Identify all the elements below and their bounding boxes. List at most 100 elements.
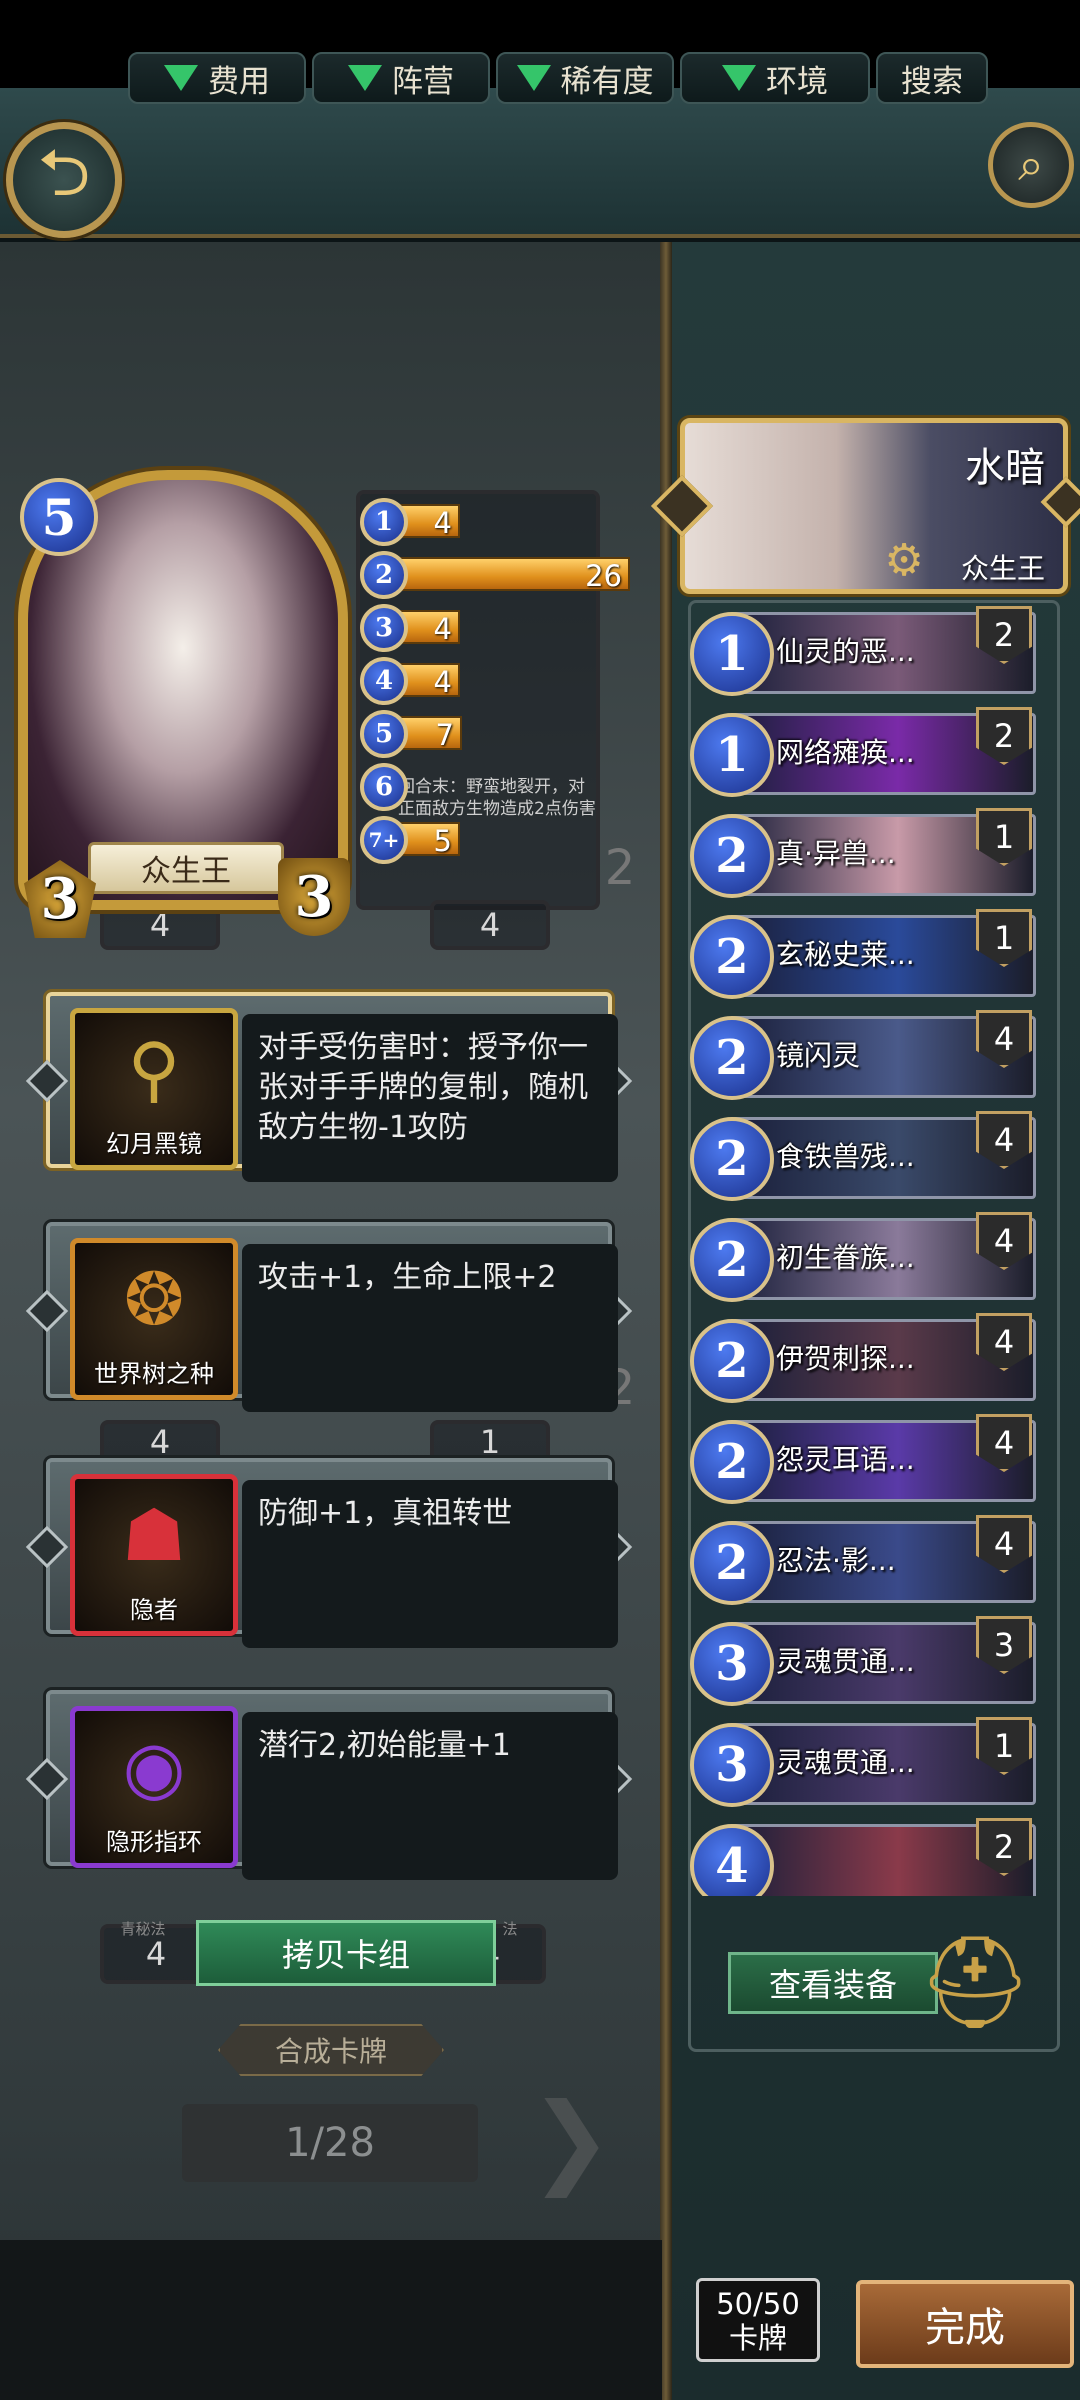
- chevron-right-icon: ❯: [529, 2080, 613, 2198]
- deck-list[interactable]: 仙灵的恶... 1 2 网络瘫痪... 1 2 真·异兽... 2 1 玄秘史莱... 2 1 镜闪灵 2…: [690, 606, 1060, 1896]
- card-cost-gem: 3: [690, 1723, 774, 1807]
- next-page-button[interactable]: ❯: [526, 2081, 616, 2198]
- equipment-row[interactable]: ☗ 隐者 防御+1，真祖转世: [25, 1458, 633, 1648]
- deck-list-item[interactable]: 食铁兽残... 2 4: [690, 1111, 1036, 1201]
- card-name: 玄秘史莱...: [776, 938, 915, 971]
- card-name: 忍法·影...: [776, 1544, 896, 1577]
- commander-card[interactable]: 水暗 众生王: [680, 418, 1068, 594]
- deck-list-item[interactable]: 初生眷族... 2 4: [690, 1212, 1036, 1302]
- filter-cost[interactable]: 费用: [128, 52, 306, 104]
- cost-curve-row: 6: [360, 763, 640, 811]
- hero-cost-gem: 5: [20, 478, 98, 556]
- cost-curve-row: 5 7+: [360, 816, 640, 864]
- deck-list-item[interactable]: 42: [690, 1818, 1036, 1896]
- cost-curve-count: 5: [433, 824, 452, 858]
- cost-curve-row: 75: [360, 710, 640, 758]
- card-cost-gem: 1: [690, 612, 774, 696]
- cost-curve-count: 7: [435, 718, 454, 752]
- equipment-row[interactable]: ◉ 隐形指环 潜行2,初始能量+1: [25, 1690, 633, 1880]
- dropdown-triangle-icon: [164, 65, 198, 91]
- card-name: 初生眷族...: [776, 1241, 915, 1274]
- cost-curve-bar: 26: [396, 557, 630, 593]
- deck-list-item[interactable]: 真·异兽... 2 1: [690, 808, 1036, 898]
- card-cost-gem: 2: [690, 1016, 774, 1100]
- left-footer: [0, 2240, 662, 2400]
- dropdown-triangle-icon: [722, 65, 756, 91]
- background-card-tag: 青秘法: [120, 1920, 166, 1938]
- deck-list-item[interactable]: 伊贺刺探... 2 4: [690, 1313, 1036, 1403]
- cost-curve-row: 43: [360, 604, 640, 652]
- cost-curve-count: 4: [433, 612, 452, 646]
- equipment-name: 隐形指环: [106, 1828, 202, 1856]
- cost-curve-gem: 1: [360, 498, 408, 546]
- deck-list-item[interactable]: 网络瘫痪... 1 2: [690, 707, 1036, 797]
- deck-list-item[interactable]: 仙灵的恶... 1 2: [690, 606, 1036, 696]
- filter-rarity[interactable]: 稀有度: [496, 52, 674, 104]
- hero-name: 众生王: [88, 842, 284, 894]
- cost-curve-row: 41: [360, 498, 640, 546]
- filter-bar: [0, 88, 1080, 238]
- cost-curve-gem: 5: [360, 710, 408, 758]
- deck-size-counter: 50/50 卡牌: [696, 2278, 820, 2362]
- cost-curve-count: 26: [585, 559, 622, 593]
- deck-list-item[interactable]: 灵魂贯通... 3 3: [690, 1616, 1036, 1706]
- deck-list-item[interactable]: 玄秘史莱... 2 1: [690, 909, 1036, 999]
- back-arrow-icon: ⮌: [37, 133, 91, 211]
- gear-icon: ⚙: [884, 534, 924, 586]
- prayer-beads-icon: ❂: [123, 1257, 185, 1341]
- card-name: 网络瘫痪...: [776, 736, 915, 769]
- cost-curve-gem: 2: [360, 551, 408, 599]
- card-cost-gem: 1: [690, 713, 774, 797]
- card-cost-gem: 3: [690, 1622, 774, 1706]
- filter-environment[interactable]: 环境: [680, 52, 870, 104]
- card-cost-gem: 2: [690, 1319, 774, 1403]
- deck-list-item[interactable]: 灵魂贯通... 3 1: [690, 1717, 1036, 1807]
- background-card-cost: 4: [430, 900, 550, 950]
- equipment-description: 防御+1，真祖转世: [242, 1480, 618, 1648]
- ring-icon: ◉: [122, 1725, 186, 1809]
- done-button[interactable]: 完成: [856, 2280, 1074, 2368]
- deck-list-item[interactable]: 怨灵耳语... 2 4: [690, 1414, 1036, 1504]
- filter-faction[interactable]: 阵营: [312, 52, 490, 104]
- cost-curve-count: 4: [433, 506, 452, 540]
- equipment-name: 世界树之种: [94, 1360, 214, 1388]
- search-input[interactable]: 搜索: [876, 52, 988, 104]
- commander-hero-name: 众生王: [960, 552, 1045, 585]
- hero-health: 3: [278, 858, 350, 936]
- card-cost-gem: 2: [690, 1420, 774, 1504]
- deck-list-item[interactable]: 忍法·影... 2 4: [690, 1515, 1036, 1605]
- cost-curve-gem: 6: [360, 763, 408, 811]
- mirror-icon: ⚲: [127, 1027, 181, 1111]
- equipment-description: 攻击+1，生命上限+2: [242, 1244, 618, 1412]
- card-cost-gem: 2: [690, 1218, 774, 1302]
- pane-divider: [660, 242, 672, 2400]
- back-button[interactable]: ⮌: [6, 122, 122, 238]
- magnifier-icon: ⌕: [1018, 137, 1044, 191]
- card-cost-gem: 2: [690, 1117, 774, 1201]
- equipment-row[interactable]: ⚲ 幻月黑镜 对手受伤害时：授予你一张对手手牌的复制，随机敌方生物-1攻防: [25, 992, 633, 1182]
- page-indicator: 1/28: [182, 2104, 478, 2182]
- card-cost-gem: 2: [690, 1521, 774, 1605]
- dropdown-triangle-icon: [348, 65, 382, 91]
- card-name: 灵魂贯通...: [776, 1746, 915, 1779]
- cost-curve-row: 44: [360, 657, 640, 705]
- equipment-description: 潜行2,初始能量+1: [242, 1712, 618, 1880]
- helmet-icon[interactable]: ⛑: [900, 1924, 1050, 2040]
- equipment-description: 对手受伤害时：授予你一张对手手牌的复制，随机敌方生物-1攻防: [242, 1014, 618, 1182]
- equipment-row[interactable]: ❂ 世界树之种 攻击+1，生命上限+2: [25, 1222, 633, 1412]
- copy-deck-button[interactable]: 拷贝卡组: [196, 1920, 496, 1986]
- cost-curve-row: 26 2: [360, 551, 640, 599]
- card-cost-gem: 2: [690, 915, 774, 999]
- card-name: 灵魂贯通...: [776, 1645, 915, 1678]
- card-name: 怨灵耳语...: [776, 1443, 915, 1476]
- cost-curve-gem: 4: [360, 657, 408, 705]
- equipment-icon: ◉ 隐形指环: [70, 1706, 238, 1868]
- equipment-name: 隐者: [130, 1596, 178, 1624]
- search-button[interactable]: ⌕: [988, 122, 1074, 208]
- commander-title: 水暗: [965, 445, 1045, 491]
- deck-size-label: 卡牌: [728, 2321, 787, 2355]
- equipment-name: 幻月黑镜: [106, 1130, 202, 1158]
- deck-list-item[interactable]: 镜闪灵 2 4: [690, 1010, 1036, 1100]
- card-name: 伊贺刺探...: [776, 1342, 915, 1375]
- craft-card-button[interactable]: 合成卡牌: [218, 2024, 444, 2076]
